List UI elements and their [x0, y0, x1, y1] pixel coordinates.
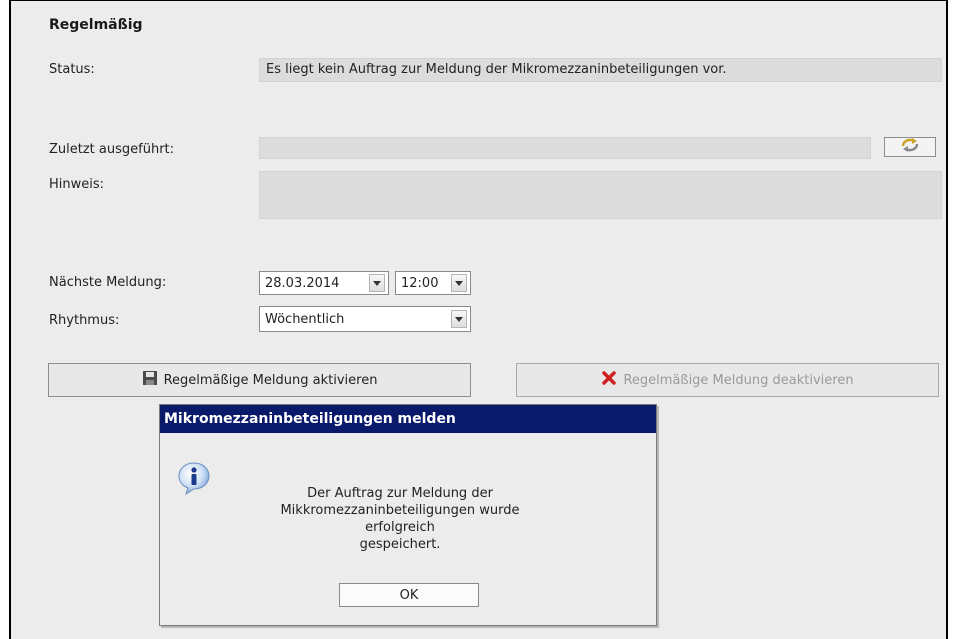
date-select[interactable]: 28.03.2014: [259, 271, 389, 295]
next-report-label: Nächste Meldung:: [49, 275, 167, 290]
info-icon: [176, 460, 212, 500]
date-value: 28.03.2014: [265, 275, 340, 291]
message-dialog: Mikromezzaninbeteiligungen melden Der Au…: [159, 404, 657, 626]
rhythm-label: Rhythmus:: [49, 313, 120, 328]
activate-button[interactable]: Regelmäßige Meldung aktivieren: [48, 363, 471, 397]
rhythm-select[interactable]: Wöchentlich: [259, 306, 471, 332]
date-dropdown-arrow-icon[interactable]: [369, 274, 385, 292]
status-value: Es liegt kein Auftrag zur Meldung der Mi…: [266, 62, 727, 77]
refresh-button[interactable]: [884, 137, 936, 157]
activate-button-label: Regelmäßige Meldung aktivieren: [163, 372, 378, 388]
dialog-message-line2: Mikkromezzaninbeteiligungen wurde erfolg…: [280, 503, 520, 535]
dialog-title: Mikromezzaninbeteiligungen melden: [164, 411, 456, 427]
time-dropdown-arrow-icon[interactable]: [451, 274, 467, 292]
refresh-icon: [899, 137, 921, 157]
hint-label: Hinweis:: [49, 177, 105, 192]
floppy-disk-icon: [142, 370, 158, 390]
last-run-label: Zuletzt ausgeführt:: [49, 142, 175, 157]
status-label: Status:: [49, 62, 95, 77]
dialog-message-line3: gespeichert.: [359, 537, 441, 552]
dialog-message: Der Auftrag zur Meldung der Mikkromezzan…: [250, 485, 550, 553]
main-panel: Regelmäßig Status: Es liegt kein Auftrag…: [9, 0, 948, 639]
section-title: Regelmäßig: [49, 17, 143, 33]
ok-button[interactable]: OK: [339, 583, 479, 607]
ok-button-label: OK: [399, 587, 419, 603]
hint-field: [259, 171, 942, 219]
rhythm-value: Wöchentlich: [265, 311, 345, 327]
dialog-message-line1: Der Auftrag zur Meldung der: [307, 486, 493, 501]
time-select[interactable]: 12:00: [395, 271, 471, 295]
red-x-icon: [601, 370, 617, 390]
last-run-field: [259, 137, 871, 159]
time-value: 12:00: [401, 275, 439, 291]
deactivate-button-label: Regelmäßige Meldung deaktivieren: [623, 372, 854, 388]
status-field: Es liegt kein Auftrag zur Meldung der Mi…: [259, 58, 942, 82]
deactivate-button[interactable]: Regelmäßige Meldung deaktivieren: [516, 363, 939, 397]
rhythm-dropdown-arrow-icon[interactable]: [451, 310, 467, 328]
dialog-titlebar[interactable]: Mikromezzaninbeteiligungen melden: [160, 405, 656, 433]
